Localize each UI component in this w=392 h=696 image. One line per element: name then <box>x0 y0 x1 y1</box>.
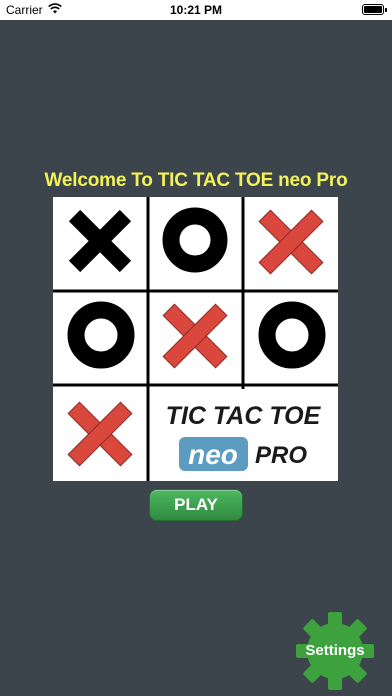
black-o-mark <box>162 207 228 273</box>
clock-time: 10:21 PM <box>169 3 223 17</box>
status-bar: Carrier 10:21 PM <box>0 0 392 20</box>
black-o-mark <box>67 301 135 369</box>
app-screen: Carrier 10:21 PM Welcome To TIC TAC TOE … <box>0 0 392 696</box>
play-button[interactable]: PLAY <box>149 489 243 521</box>
logo-title: TIC TAC TOE <box>166 402 322 430</box>
settings-button[interactable]: Settings <box>296 612 374 690</box>
black-o-mark <box>258 301 326 369</box>
logo-pro: PRO <box>255 442 307 469</box>
black-x-mark <box>68 209 132 273</box>
settings-label: Settings <box>305 642 365 659</box>
welcome-title: Welcome To TIC TAC TOE neo Pro <box>44 170 348 191</box>
logo-neo: neo <box>188 439 238 470</box>
battery-tip <box>385 8 387 12</box>
battery-icon <box>362 4 384 15</box>
red-x-mark <box>258 209 324 275</box>
game-logo-board: TIC TAC TOE neo PRO <box>53 197 338 481</box>
red-x-mark <box>67 401 133 467</box>
red-x-mark <box>162 303 228 369</box>
